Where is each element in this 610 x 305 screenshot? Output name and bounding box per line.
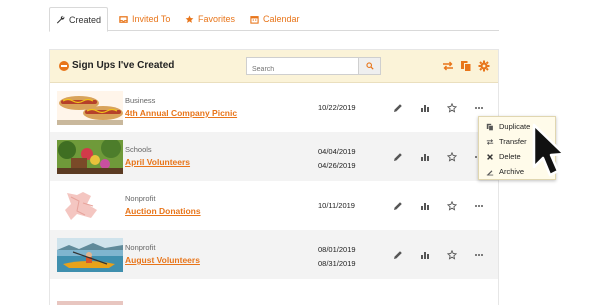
event-thumbnail (57, 301, 123, 305)
report-bars-icon[interactable] (418, 248, 431, 261)
report-bars-icon[interactable] (418, 150, 431, 163)
menu-item-label: Delete (499, 152, 521, 161)
event-end-date: 08/31/2019 (318, 259, 356, 268)
row-actions (391, 248, 485, 261)
menu-item-label: Transfer (499, 137, 527, 146)
report-bars-icon[interactable] (418, 199, 431, 212)
tab-bar: Created Invited To Favorites Calendar (49, 7, 499, 32)
menu-item-label: Duplicate (499, 122, 531, 131)
event-thumbnail (57, 238, 123, 272)
report-bars-icon[interactable] (418, 101, 431, 114)
edit-pencil-icon[interactable] (391, 199, 404, 212)
row-actions (391, 150, 485, 163)
panel-header: Sign Ups I've Created (50, 50, 498, 83)
event-category: Business (125, 96, 156, 105)
event-start-date: 08/01/2019 (318, 245, 356, 254)
star-icon (185, 15, 194, 24)
event-name-link[interactable]: 4th Annual Company Picnic (125, 108, 237, 118)
event-date: 10/11/2019 (318, 201, 355, 210)
tab-calendar[interactable]: Calendar (250, 7, 300, 31)
tab-favorites-label: Favorites (198, 14, 236, 24)
gear-icon[interactable] (478, 60, 490, 72)
favorite-star-icon[interactable] (445, 248, 458, 261)
search-input[interactable] (247, 61, 355, 78)
tab-created-label: Created (69, 14, 102, 25)
signups-panel: Sign Ups I've Created Search Business 4t… (49, 49, 499, 305)
row-actions (391, 199, 485, 212)
delete-x-icon (486, 153, 496, 161)
search-box (246, 57, 381, 78)
event-name-link[interactable]: April Volunteers (125, 157, 190, 167)
header-actions (442, 60, 490, 72)
tab-favorites[interactable]: Favorites (185, 7, 235, 31)
event-thumbnail (57, 91, 123, 125)
event-category: Nonprofit (125, 243, 156, 252)
calendar-icon (250, 15, 259, 24)
copy-icon[interactable] (460, 60, 472, 72)
table-row[interactable]: Schools April Volunteers 04/04/2019 04/2… (50, 132, 498, 181)
transfer-icon (486, 138, 496, 146)
favorite-star-icon[interactable] (445, 101, 458, 114)
event-category: Schools (125, 145, 152, 154)
event-name-link[interactable]: Auction Donations (125, 206, 201, 216)
event-thumbnail (57, 189, 123, 223)
tab-created[interactable]: Created (49, 7, 109, 32)
table-row[interactable]: Business 4th Annual Company Picnic 10/22… (50, 83, 498, 132)
more-ellipsis-icon[interactable] (472, 248, 485, 261)
table-row[interactable] (50, 279, 498, 305)
event-thumbnail (57, 140, 123, 174)
duplicate-icon (486, 123, 496, 131)
transfer-icon[interactable] (442, 60, 454, 72)
wrench-icon (56, 15, 65, 24)
edit-pencil-icon[interactable] (391, 101, 404, 114)
favorite-star-icon[interactable] (445, 199, 458, 212)
event-date: 10/22/2019 (318, 103, 356, 112)
event-end-date: 04/26/2019 (318, 161, 356, 170)
row-actions (391, 101, 485, 114)
table-row[interactable]: Nonprofit August Volunteers 08/01/2019 0… (50, 230, 498, 279)
table-row[interactable]: Nonprofit Auction Donations 10/11/2019 (50, 181, 498, 230)
tab-calendar-label: Calendar (263, 14, 300, 24)
more-ellipsis-icon[interactable] (472, 101, 485, 114)
archive-icon (486, 168, 496, 176)
mouse-pointer-icon (532, 123, 566, 177)
event-category: Nonprofit (125, 194, 156, 203)
tab-invited-to-label: Invited To (132, 14, 171, 24)
edit-pencil-icon[interactable] (391, 248, 404, 261)
event-start-date: 04/04/2019 (318, 147, 356, 156)
tab-invited-to[interactable]: Invited To (119, 7, 170, 31)
event-name-link[interactable]: August Volunteers (125, 255, 200, 265)
panel-title: Sign Ups I've Created (72, 60, 175, 71)
inbox-icon (119, 15, 128, 24)
search-icon (365, 62, 374, 70)
menu-item-label: Archive (499, 167, 525, 176)
edit-pencil-icon[interactable] (391, 150, 404, 163)
search-button[interactable] (358, 58, 380, 74)
favorite-star-icon[interactable] (445, 150, 458, 163)
minus-circle-icon[interactable] (59, 61, 69, 71)
more-ellipsis-icon[interactable] (472, 199, 485, 212)
